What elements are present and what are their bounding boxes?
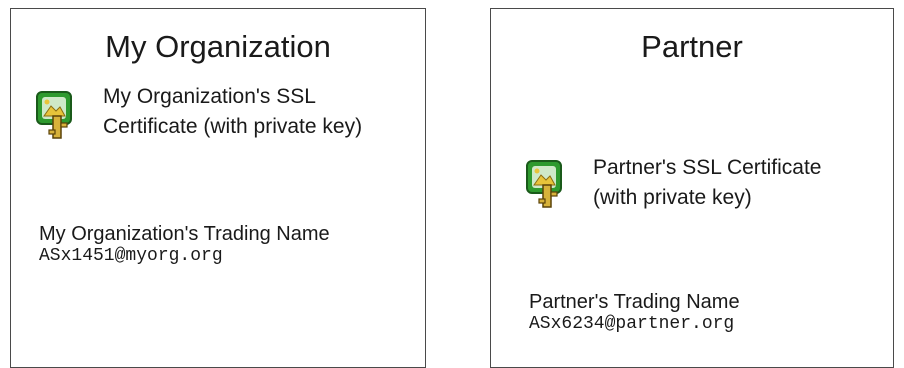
trading-name-value: ASx6234@partner.org xyxy=(529,314,735,334)
trading-name-label: My Organization's Trading Name xyxy=(39,223,330,245)
trading-name-value: ASx1451@myorg.org xyxy=(39,246,223,266)
ssl-certificate-label-line2: Certificate (with private key) xyxy=(103,115,363,138)
ssl-certificate-entry: My Organization's SSL Certificate (with … xyxy=(35,82,403,142)
ssl-certificate-label-line1: Partner's SSL Certificate xyxy=(593,156,822,179)
ssl-certificate-label-line1: My Organization's SSL xyxy=(103,85,316,108)
ssl-certificate-label: Partner's SSL Certificate (with private … xyxy=(593,153,883,213)
trading-name-label: Partner's Trading Name xyxy=(529,291,740,313)
partner-panel: Partner Partner's SSL Certificate (with … xyxy=(490,8,894,368)
certificate-icon xyxy=(36,91,72,139)
trading-name-block: Partner's Trading Name ASx6234@partner.o… xyxy=(529,290,740,334)
trading-name-block: My Organization's Trading Name ASx1451@m… xyxy=(39,222,330,266)
certificate-icon xyxy=(526,160,562,208)
ssl-certificate-label: My Organization's SSL Certificate (with … xyxy=(103,82,403,142)
panel-title: My Organization xyxy=(105,29,331,64)
my-organization-panel: My Organization My Organization's SSL Ce… xyxy=(10,8,426,368)
ssl-certificate-label-line2: (with private key) xyxy=(593,186,752,209)
panel-title: Partner xyxy=(641,29,743,64)
ssl-certificate-entry: Partner's SSL Certificate (with private … xyxy=(525,153,883,213)
